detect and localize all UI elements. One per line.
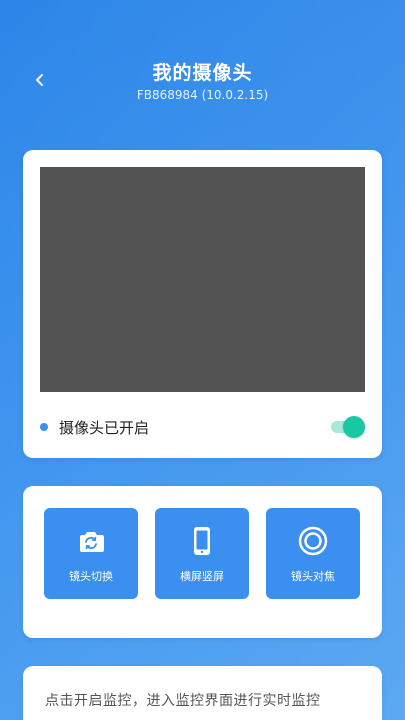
camera-card: 摄像头已开启 bbox=[23, 150, 382, 458]
rotate-screen-button[interactable]: 横屏竖屏 bbox=[155, 508, 249, 599]
rotate-screen-label: 横屏竖屏 bbox=[180, 570, 224, 583]
device-id: FB868984 (10.0.2.15) bbox=[136, 88, 269, 102]
camera-status-row: 摄像头已开启 bbox=[40, 412, 365, 442]
camera-switch-icon bbox=[76, 526, 106, 556]
focus-icon bbox=[298, 526, 328, 556]
phone-rotate-icon bbox=[187, 526, 217, 556]
switch-lens-button[interactable]: 镜头切换 bbox=[44, 508, 138, 599]
toggle-knob bbox=[343, 416, 365, 438]
camera-status-text: 摄像头已开启 bbox=[59, 418, 150, 437]
page-title: 我的摄像头 bbox=[152, 62, 253, 84]
focus-lens-label: 镜头对焦 bbox=[291, 570, 335, 583]
focus-lens-button[interactable]: 镜头对焦 bbox=[266, 508, 360, 599]
camera-toggle[interactable] bbox=[327, 415, 365, 439]
monitor-hint-text: 点击开启监控，进入监控界面进行实时监控 bbox=[45, 693, 321, 709]
switch-lens-label: 镜头切换 bbox=[69, 570, 113, 583]
actions-card: 镜头切换 横屏竖屏 镜头对焦 bbox=[23, 486, 382, 638]
status-dot bbox=[40, 423, 48, 431]
info-card[interactable]: 点击开启监控，进入监控界面进行实时监控 bbox=[23, 666, 382, 720]
camera-preview[interactable] bbox=[40, 167, 365, 392]
